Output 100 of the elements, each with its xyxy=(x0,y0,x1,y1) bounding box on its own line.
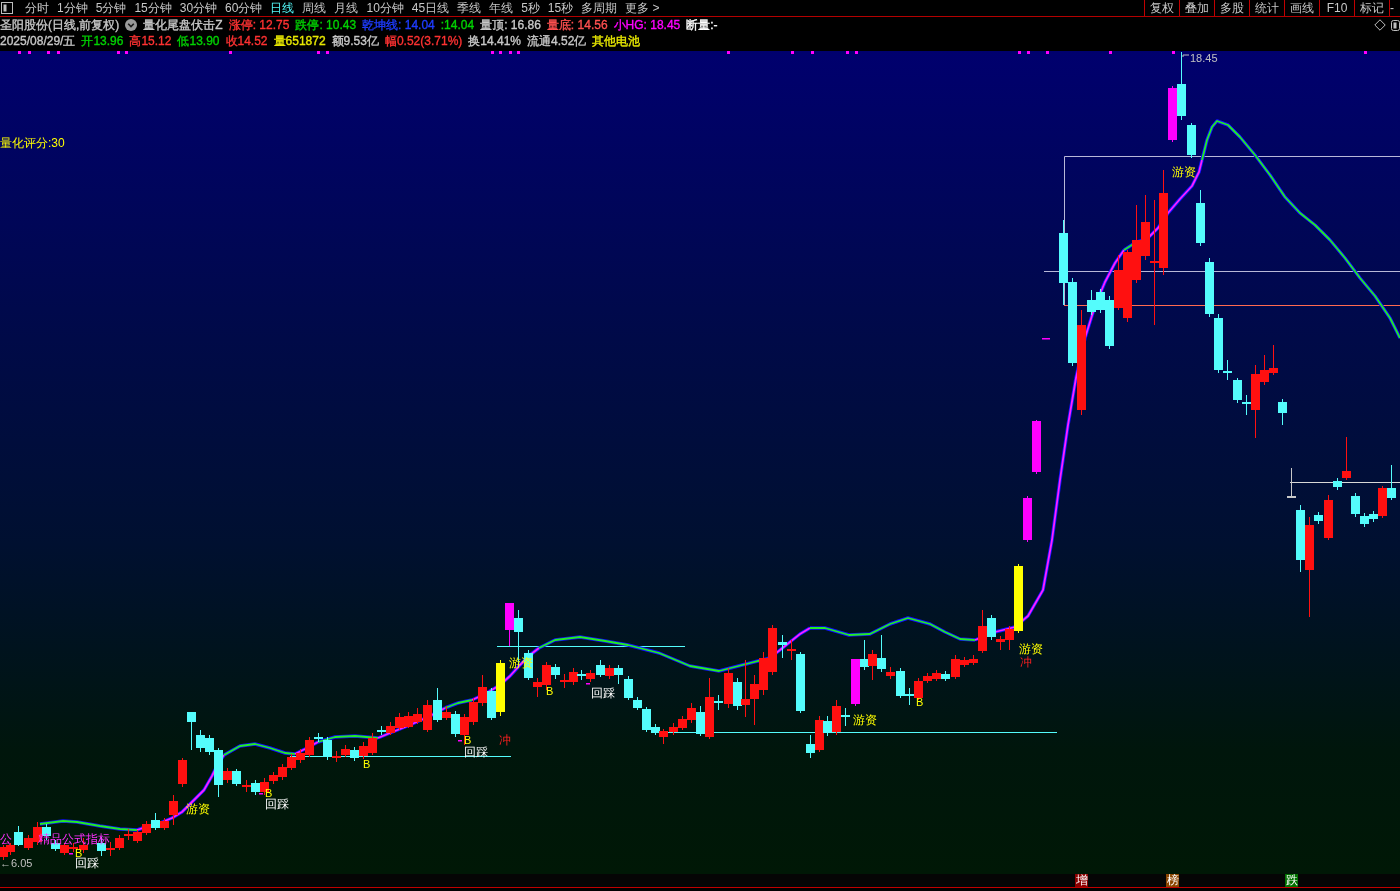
rising-candle xyxy=(269,771,278,785)
period-tab[interactable]: 15分钟 xyxy=(130,0,176,16)
rising-candle xyxy=(469,697,478,726)
rising-candle xyxy=(460,713,469,746)
rush-signal-label: 冲 xyxy=(1020,656,1032,669)
rush-signal-label: 冲 xyxy=(499,734,511,747)
rising-candle xyxy=(932,669,941,682)
buy-signal-label: B xyxy=(75,847,83,859)
period-tab[interactable]: 30分钟 xyxy=(175,0,222,16)
tool-button[interactable]: 复权 xyxy=(1144,0,1179,16)
diamond-icon[interactable] xyxy=(1374,19,1386,31)
quote-value: 其他电池 xyxy=(592,34,641,48)
rising-candle xyxy=(605,664,614,680)
marker-dash xyxy=(586,683,590,685)
signal-tick xyxy=(846,51,849,54)
period-tab[interactable]: 周线 xyxy=(298,0,331,16)
marker-dash xyxy=(259,793,263,795)
signal-tick xyxy=(1027,51,1030,54)
period-tab[interactable]: 5分钟 xyxy=(91,0,131,16)
period-tab[interactable]: 5秒 xyxy=(517,0,544,16)
status-badge[interactable]: 增 xyxy=(1075,874,1088,887)
period-tab[interactable]: 45日线 xyxy=(407,0,454,16)
falling-candle xyxy=(823,715,832,737)
rising-candle xyxy=(815,715,824,753)
signal-tick xyxy=(117,51,120,54)
signal-candle xyxy=(1014,563,1023,634)
period-tab[interactable]: 10分钟 xyxy=(362,0,408,16)
rising-candle xyxy=(296,748,305,764)
rising-candle xyxy=(1269,344,1278,376)
period-tab[interactable]: 1分钟 xyxy=(53,0,92,16)
rising-candle xyxy=(1342,436,1351,481)
period-tab[interactable]: 月线 xyxy=(330,0,363,16)
signal-tick xyxy=(1109,51,1112,54)
falling-candle xyxy=(487,687,496,721)
tool-button[interactable]: 标记 xyxy=(1354,0,1389,16)
period-tab[interactable]: 日线 xyxy=(266,0,299,16)
low-price-label: ←6.05 xyxy=(0,857,33,869)
signal-tick xyxy=(517,51,520,54)
signal-tick xyxy=(28,51,31,54)
falling-candle xyxy=(350,746,359,762)
falling-candle xyxy=(551,663,560,680)
high-price-leader xyxy=(1182,54,1190,58)
falling-candle xyxy=(232,768,241,787)
period-tab[interactable]: 更多 > xyxy=(621,0,664,16)
falling-candle xyxy=(614,664,623,685)
falling-candle xyxy=(877,634,886,673)
rising-candle xyxy=(533,677,542,698)
falling-candle xyxy=(806,734,815,759)
indicator-value: :14.04 xyxy=(440,18,475,32)
rising-candle xyxy=(569,667,578,686)
indicator-value: 断量:- xyxy=(686,18,718,32)
tool-button[interactable]: 画线 xyxy=(1284,0,1319,16)
signal-tick xyxy=(1046,51,1049,54)
falling-candle xyxy=(987,614,996,641)
buy-signal-label: B xyxy=(546,685,554,697)
quote-value: 幅0.52(3.71%) xyxy=(384,34,463,48)
rising-candle xyxy=(832,699,841,736)
signal-tick xyxy=(811,51,814,54)
signal-tick xyxy=(57,51,60,54)
tool-button[interactable]: 多股 xyxy=(1214,0,1249,16)
falling-candle xyxy=(1278,398,1287,426)
tool-button[interactable]: 统计 xyxy=(1249,0,1284,16)
signal-tick xyxy=(326,51,329,54)
formula-legend: 公 xyxy=(0,833,12,845)
indicator-value: 涨停: 12.75 xyxy=(228,18,290,32)
surge-candle xyxy=(1168,85,1177,143)
rising-candle xyxy=(115,834,124,851)
falling-candle xyxy=(1387,464,1396,501)
marker-dash xyxy=(69,853,73,855)
score-label: 量化评分:30 xyxy=(0,137,65,150)
tool-button[interactable]: F10 xyxy=(1319,0,1354,16)
signal-tick xyxy=(229,51,232,54)
period-tab[interactable]: 分时 xyxy=(21,0,53,16)
falling-candle xyxy=(1242,394,1251,416)
doji-candle xyxy=(1287,467,1296,499)
status-badge[interactable]: 跌 xyxy=(1285,874,1298,887)
indicator-value: 乾坤线: 14.04 xyxy=(362,18,435,32)
signal-tick xyxy=(509,51,512,54)
falling-candle xyxy=(377,725,386,736)
period-tab[interactable]: 年线 xyxy=(485,0,518,16)
falling-candle xyxy=(451,710,460,738)
rising-candle xyxy=(1324,494,1333,541)
rising-candle xyxy=(442,705,451,721)
panel-toggle-icon[interactable] xyxy=(1391,19,1400,31)
period-tab[interactable]: 季线 xyxy=(453,0,486,16)
falling-candle xyxy=(151,812,160,831)
quote-value: 额9.53亿 xyxy=(331,34,379,48)
surge-candle xyxy=(505,602,514,647)
status-badge[interactable]: 榜 xyxy=(1166,874,1179,887)
quote-value: 低13.90 xyxy=(177,34,220,48)
dropdown-icon[interactable] xyxy=(125,19,138,31)
period-tab[interactable]: 多周期 xyxy=(577,0,622,16)
period-tab[interactable]: 60分钟 xyxy=(221,0,267,16)
period-tab[interactable]: 15秒 xyxy=(543,0,578,16)
falling-candle xyxy=(733,677,742,711)
tool-button[interactable]: - xyxy=(1389,0,1400,16)
panel-icon[interactable] xyxy=(1,2,13,14)
falling-candle xyxy=(1087,289,1096,316)
signal-tick xyxy=(1172,51,1175,54)
tool-button[interactable]: 叠加 xyxy=(1179,0,1214,16)
